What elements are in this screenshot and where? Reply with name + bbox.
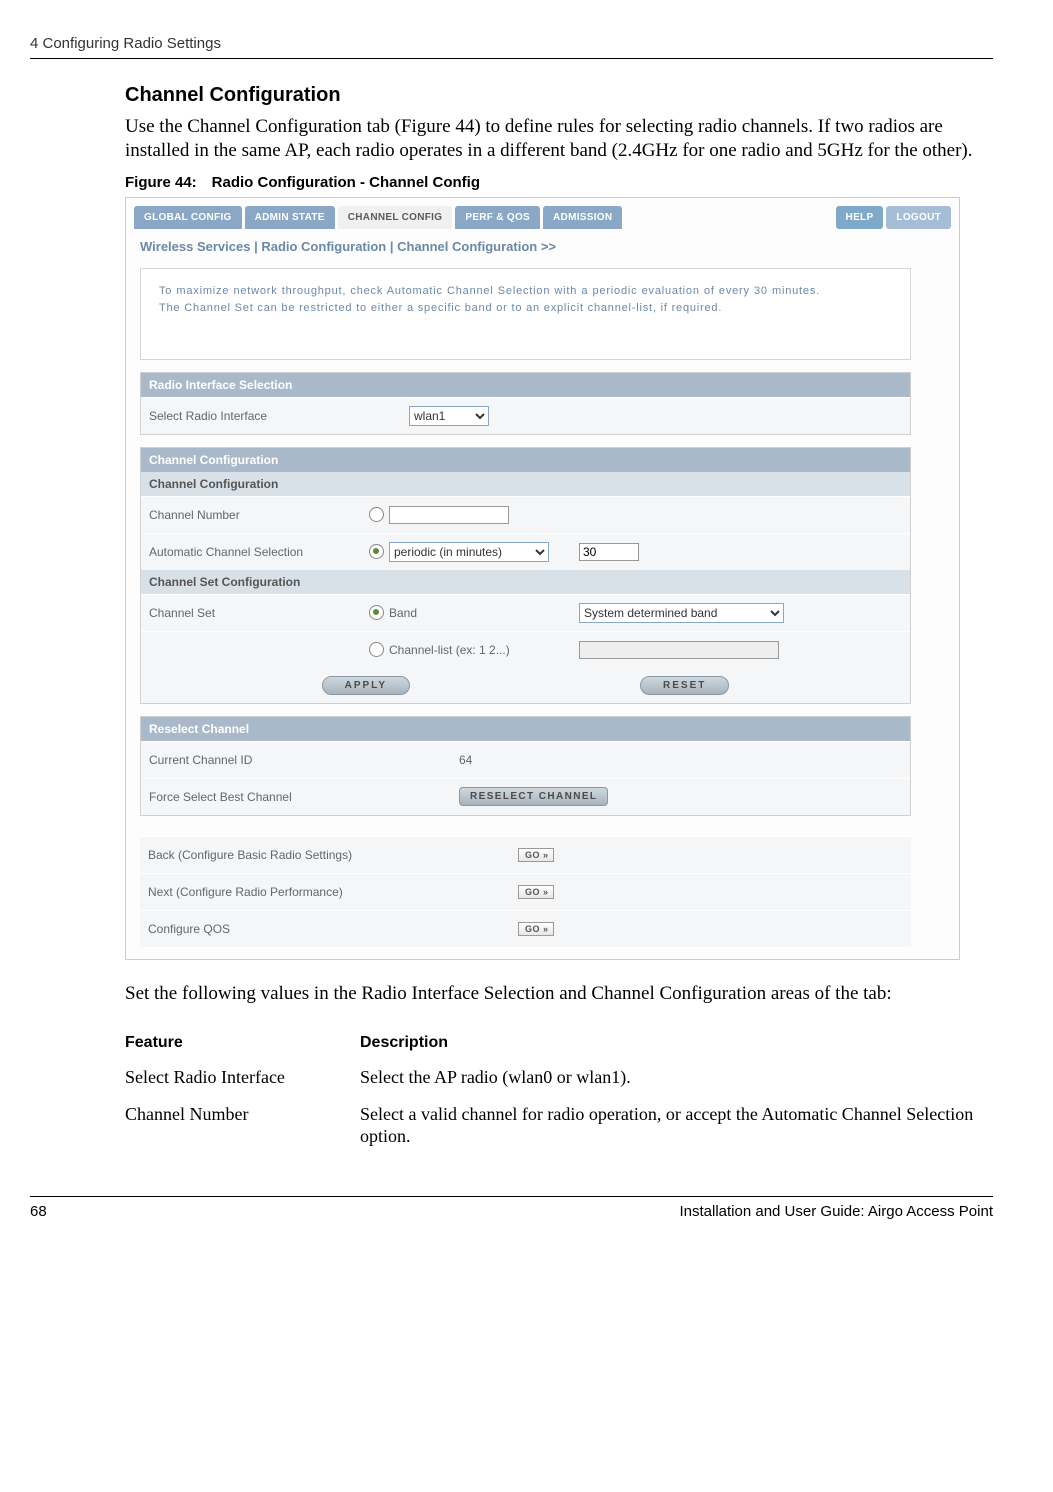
radio-auto-channel-selection[interactable]: [369, 544, 384, 559]
panel-head-reselect: Reselect Channel: [141, 717, 910, 741]
figure-caption: Figure 44: Radio Configuration - Channel…: [125, 174, 993, 191]
screenshot-panel: GLOBAL CONFIG ADMIN STATE CHANNEL CONFIG…: [125, 197, 960, 960]
label-force-select: Force Select Best Channel: [149, 790, 409, 804]
select-radio-interface[interactable]: wlan1: [409, 406, 489, 426]
row-nav-qos: Configure QOS GO »: [140, 910, 911, 947]
row-force-select: Force Select Best Channel RESELECT CHANN…: [141, 778, 910, 815]
table-header-row: Feature Description: [125, 1028, 993, 1060]
row-current-channel-id: Current Channel ID 64: [141, 741, 910, 778]
input-auto-minutes[interactable]: [579, 543, 639, 561]
tab-admin-state[interactable]: ADMIN STATE: [245, 206, 335, 229]
input-channel-list[interactable]: [579, 641, 779, 659]
page-header: 4 Configuring Radio Settings: [30, 35, 993, 59]
label-auto-channel-selection: Automatic Channel Selection: [149, 545, 369, 559]
feature-table: Feature Description Select Radio Interfa…: [125, 1028, 993, 1156]
tab-admission[interactable]: ADMISSION: [543, 206, 622, 229]
reselect-channel-button[interactable]: RESELECT CHANNEL: [459, 787, 608, 806]
select-band[interactable]: System determined band: [579, 603, 784, 623]
radio-channel-list[interactable]: [369, 642, 384, 657]
go-button-qos[interactable]: GO »: [518, 922, 554, 936]
table-row: Channel Number Select a valid channel fo…: [125, 1097, 993, 1156]
info-box: To maximize network throughput, check Au…: [140, 268, 911, 360]
row-auto-channel-selection: Automatic Channel Selection periodic (in…: [141, 533, 910, 570]
label-channel-number: Channel Number: [149, 508, 369, 522]
row-nav-next: Next (Configure Radio Performance) GO »: [140, 873, 911, 910]
td-feature: Channel Number: [125, 1103, 360, 1148]
th-description: Description: [360, 1034, 993, 1052]
input-channel-number[interactable]: [389, 506, 509, 524]
panel-radio-interface: Radio Interface Selection Select Radio I…: [140, 372, 911, 435]
radio-band[interactable]: [369, 605, 384, 620]
intro-paragraph: Use the Channel Configuration tab (Figur…: [125, 115, 993, 164]
help-button[interactable]: HELP: [836, 206, 884, 229]
radio-channel-number[interactable]: [369, 507, 384, 522]
apply-button[interactable]: APPLY: [322, 676, 410, 695]
row-select-radio-interface: Select Radio Interface wlan1: [141, 397, 910, 434]
breadcrumb: Wireless Services | Radio Configuration …: [140, 239, 945, 254]
panel-sub-channel-set: Channel Set Configuration: [141, 570, 910, 594]
tab-perf-qos[interactable]: PERF & QOS: [455, 206, 540, 229]
tab-channel-config[interactable]: CHANNEL CONFIG: [338, 206, 453, 229]
label-channel-set: Channel Set: [149, 606, 369, 620]
label-nav-next: Next (Configure Radio Performance): [148, 885, 518, 899]
row-channel-set-band: Channel Set Band System determined band: [141, 594, 910, 631]
panel-channel-config: Channel Configuration Channel Configurat…: [140, 447, 911, 704]
td-description: Select a valid channel for radio operati…: [360, 1103, 993, 1148]
th-feature: Feature: [125, 1034, 360, 1052]
select-auto-mode[interactable]: periodic (in minutes): [389, 542, 549, 562]
reset-button[interactable]: RESET: [640, 676, 729, 695]
row-channel-list: Channel-list (ex: 1 2...): [141, 631, 910, 668]
label-band: Band: [389, 606, 579, 620]
td-description: Select the AP radio (wlan0 or wlan1).: [360, 1066, 993, 1089]
panel-head-radio-interface: Radio Interface Selection: [141, 373, 910, 397]
value-current-channel-id: 64: [409, 753, 902, 767]
page-footer: 68 Installation and User Guide: Airgo Ac…: [30, 1196, 993, 1220]
page-number: 68: [30, 1203, 47, 1220]
panel-reselect-channel: Reselect Channel Current Channel ID 64 F…: [140, 716, 911, 816]
post-figure-paragraph: Set the following values in the Radio In…: [125, 982, 993, 1006]
chapter-label: 4 Configuring Radio Settings: [30, 35, 221, 52]
label-current-channel-id: Current Channel ID: [149, 753, 409, 767]
tab-row: GLOBAL CONFIG ADMIN STATE CHANNEL CONFIG…: [134, 206, 951, 229]
footer-title: Installation and User Guide: Airgo Acces…: [679, 1203, 993, 1220]
label-nav-back: Back (Configure Basic Radio Settings): [148, 848, 518, 862]
panel-nav-links: Back (Configure Basic Radio Settings) GO…: [140, 836, 911, 947]
row-channel-number: Channel Number: [141, 496, 910, 533]
row-nav-back: Back (Configure Basic Radio Settings) GO…: [140, 836, 911, 873]
td-feature: Select Radio Interface: [125, 1066, 360, 1089]
section-heading: Channel Configuration: [125, 84, 993, 107]
label-channel-list: Channel-list (ex: 1 2...): [389, 643, 579, 657]
panel-sub-channel-config: Channel Configuration: [141, 472, 910, 496]
apply-reset-row: APPLY RESET: [141, 668, 910, 703]
label-nav-qos: Configure QOS: [148, 922, 518, 936]
go-button-next[interactable]: GO »: [518, 885, 554, 899]
panel-head-channel-config: Channel Configuration: [141, 448, 910, 472]
table-row: Select Radio Interface Select the AP rad…: [125, 1060, 993, 1097]
logout-button[interactable]: LOGOUT: [886, 206, 951, 229]
tab-global-config[interactable]: GLOBAL CONFIG: [134, 206, 242, 229]
label-select-radio-interface: Select Radio Interface: [149, 409, 409, 423]
go-button-back[interactable]: GO »: [518, 848, 554, 862]
